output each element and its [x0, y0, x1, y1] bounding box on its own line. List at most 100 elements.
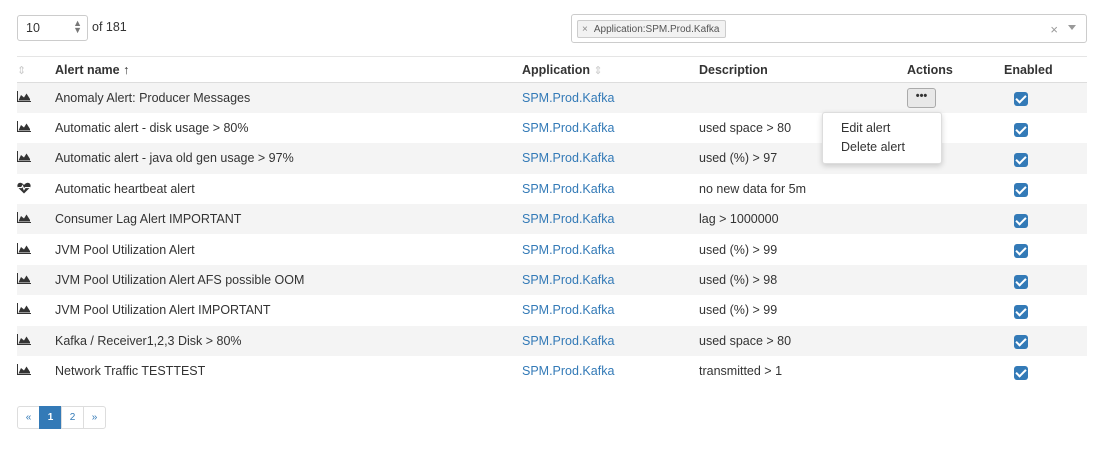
alert-description: used (%) > 99 — [699, 303, 778, 318]
heartbeat-icon — [17, 182, 31, 194]
alert-name[interactable]: JVM Pool Utilization Alert — [39, 234, 522, 264]
enabled-checkbox[interactable] — [1014, 92, 1028, 107]
enabled-checkbox[interactable] — [1014, 365, 1028, 380]
page-button-2[interactable]: 2 — [61, 406, 84, 429]
alert-name[interactable]: Anomaly Alert: Producer Messages — [39, 83, 522, 113]
chevron-down-icon[interactable] — [1068, 25, 1076, 30]
application-link[interactable]: SPM.Prod.Kafka — [522, 265, 699, 295]
application-filter[interactable]: × Application:SPM.Prod.Kafka × — [571, 14, 1087, 43]
page-button-1[interactable]: 1 — [39, 406, 62, 429]
enabled-checkbox[interactable] — [1014, 152, 1028, 167]
enabled-cell — [1004, 113, 1087, 143]
alert-name[interactable]: Kafka / Receiver1,2,3 Disk > 80% — [39, 326, 522, 356]
row-icon-cell — [17, 113, 39, 143]
enabled-cell — [1004, 204, 1087, 234]
application-link-text[interactable]: SPM.Prod.Kafka — [522, 182, 614, 196]
area-chart-icon — [17, 303, 31, 315]
enabled-checkbox[interactable] — [1014, 304, 1028, 319]
actions-cell — [907, 265, 1004, 295]
actions-cell — [907, 204, 1004, 234]
alerts-table: ⇕ Alert name ↑ Application ⇕ Description… — [17, 56, 1087, 386]
application-link-text[interactable]: SPM.Prod.Kafka — [522, 334, 614, 348]
enabled-checkbox[interactable] — [1014, 122, 1028, 137]
application-link-text[interactable]: SPM.Prod.Kafka — [522, 212, 614, 226]
alert-name[interactable]: JVM Pool Utilization Alert IMPORTANT — [39, 295, 522, 325]
application-link-text[interactable]: SPM.Prod.Kafka — [522, 273, 614, 287]
alert-description: used (%) > 99 — [699, 242, 778, 257]
application-link-text[interactable]: SPM.Prod.Kafka — [522, 121, 614, 135]
application-link-text[interactable]: SPM.Prod.Kafka — [522, 303, 614, 317]
description-header: Description — [699, 56, 907, 83]
alert-name[interactable]: Consumer Lag Alert IMPORTANT — [39, 204, 522, 234]
application-link-text[interactable]: SPM.Prod.Kafka — [522, 243, 614, 257]
alert-name[interactable]: Automatic alert - disk usage > 80% — [39, 113, 522, 143]
alert-description: used space > 80 — [699, 333, 792, 348]
area-chart-icon — [17, 364, 31, 376]
table-row: Consumer Lag Alert IMPORTANT SPM.Prod.Kaf… — [17, 204, 1087, 235]
table-row: JVM Pool Utilization Alert SPM.Prod.Kafka… — [17, 234, 1087, 264]
edit-alert-menu-item[interactable]: Edit alert — [823, 120, 941, 139]
alert-name[interactable]: JVM Pool Utilization Alert AFS possible … — [39, 265, 522, 295]
row-icon-cell — [17, 265, 39, 295]
sort-icon: ⇕ — [17, 64, 27, 77]
table-row: JVM Pool Utilization Alert AFS possible … — [17, 264, 1087, 296]
application-link-text[interactable]: SPM.Prod.Kafka — [522, 91, 614, 105]
actions-header: Actions — [907, 56, 1004, 83]
table-row: Anomaly Alert: Producer Messages SPM.Prod… — [17, 82, 1087, 113]
alert-name[interactable]: Automatic heartbeat alert — [39, 174, 522, 204]
enabled-cell — [1004, 295, 1087, 325]
application-link[interactable]: SPM.Prod.Kafka — [522, 234, 699, 264]
row-icon-cell — [17, 234, 39, 264]
row-icon-cell — [17, 204, 39, 234]
alert-name[interactable]: Automatic alert - java old gen usage > 9… — [39, 143, 522, 173]
next-page-button[interactable]: » — [83, 406, 106, 429]
application-link[interactable]: SPM.Prod.Kafka — [522, 295, 699, 325]
application-link[interactable]: SPM.Prod.Kafka — [522, 326, 699, 356]
filter-tag-label: Application:SPM.Prod.Kafka — [593, 23, 720, 35]
area-chart-icon — [17, 121, 31, 133]
actions-button[interactable]: ••• — [907, 87, 936, 108]
enabled-checkbox[interactable] — [1014, 213, 1028, 228]
alert-description: no new data for 5m — [699, 181, 807, 196]
page-size-select[interactable]: 10 ▲ ▼ — [17, 15, 88, 41]
application-link-text[interactable]: SPM.Prod.Kafka — [522, 364, 614, 378]
enabled-header: Enabled — [1004, 56, 1087, 83]
table-row: JVM Pool Utilization Alert IMPORTANT SPM.… — [17, 295, 1087, 325]
application-link[interactable]: SPM.Prod.Kafka — [522, 204, 699, 234]
tag-remove-icon[interactable]: × — [582, 24, 588, 35]
application-link[interactable]: SPM.Prod.Kafka — [522, 174, 699, 204]
enabled-checkbox[interactable] — [1014, 274, 1028, 289]
enabled-checkbox[interactable] — [1014, 183, 1028, 198]
application-link[interactable]: SPM.Prod.Kafka — [522, 113, 699, 143]
application-link-text[interactable]: SPM.Prod.Kafka — [522, 151, 614, 165]
select-arrows-icon: ▲ ▼ — [73, 18, 82, 35]
application-header[interactable]: Application ⇕ — [522, 56, 699, 83]
row-icon-cell — [17, 143, 39, 173]
actions-cell — [907, 326, 1004, 356]
area-chart-icon — [17, 333, 31, 345]
clear-filter-icon[interactable]: × — [1050, 22, 1058, 37]
enabled-checkbox[interactable] — [1014, 335, 1028, 350]
table-row: Network Traffic TESTTEST SPM.Prod.Kafka tr… — [17, 356, 1087, 386]
enabled-checkbox[interactable] — [1014, 244, 1028, 259]
table-row: Automatic heartbeat alert SPM.Prod.Kafka n… — [17, 174, 1087, 204]
alert-description: transmitted > 1 — [699, 364, 783, 379]
area-chart-icon — [17, 273, 31, 285]
application-link[interactable]: SPM.Prod.Kafka — [522, 356, 699, 386]
application-link[interactable]: SPM.Prod.Kafka — [522, 83, 699, 113]
prev-page-button[interactable]: « — [17, 406, 40, 429]
row-icon-cell — [17, 174, 39, 204]
application-link[interactable]: SPM.Prod.Kafka — [522, 143, 699, 173]
enabled-cell — [1004, 174, 1087, 204]
row-icon-cell — [17, 356, 39, 386]
alert-name-header-label: Alert name — [55, 62, 120, 77]
area-chart-icon — [17, 90, 31, 102]
icon-column-header[interactable]: ⇕ — [17, 56, 39, 83]
alert-name-header[interactable]: Alert name ↑ — [39, 56, 522, 83]
filter-tag: × Application:SPM.Prod.Kafka — [577, 20, 727, 38]
alert-name[interactable]: Network Traffic TESTTEST — [39, 356, 522, 386]
sort-asc-icon: ↑ — [123, 62, 130, 77]
actions-cell — [907, 295, 1004, 325]
row-icon-cell — [17, 326, 39, 356]
delete-alert-menu-item[interactable]: Delete alert — [823, 139, 941, 158]
